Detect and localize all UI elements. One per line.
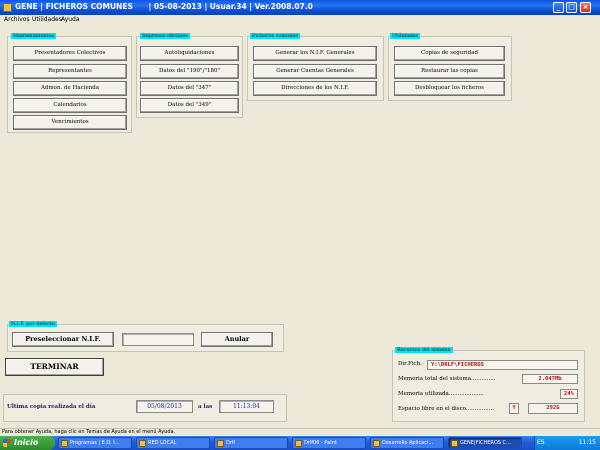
dir-fich-value: Y:\DRLF\FICHEROS bbox=[427, 360, 578, 370]
calendarios-button[interactable]: Calendarios bbox=[13, 98, 127, 113]
start-label: Inicio bbox=[14, 438, 39, 447]
close-button[interactable]: × bbox=[580, 2, 591, 13]
backup-label: Ultima copia realizada el día bbox=[7, 404, 96, 410]
datos-190-180-button[interactable]: Datos del "190"/"180" bbox=[140, 64, 239, 79]
group-label-ficheros: Ficheros comunes bbox=[250, 33, 301, 39]
windows-flag-icon bbox=[3, 439, 11, 447]
representantes-button[interactable]: Representantes bbox=[13, 64, 127, 79]
anular-button[interactable]: Anular bbox=[201, 332, 273, 347]
nif-field[interactable] bbox=[122, 333, 194, 346]
task-label: Drlf06 - Paint bbox=[304, 440, 337, 446]
menu-bar: Archivos Utilidades Ayuda bbox=[0, 15, 600, 25]
task-label: GENE|FICHEROS C... bbox=[460, 440, 511, 446]
app-icon bbox=[373, 440, 380, 447]
dir-fich-label: Dir.Fich. bbox=[398, 361, 422, 367]
group-label-mantenimientos: Mantenimientos bbox=[11, 33, 57, 39]
direcciones-nif-button[interactable]: Direcciones de los N.I.F. bbox=[253, 81, 377, 96]
generar-nif-generales-button[interactable]: Generar los N.I.F. Generales bbox=[253, 46, 377, 61]
datos-347-button[interactable]: Datos del "347" bbox=[140, 81, 239, 96]
mem-total-value: 2.047Mb bbox=[522, 374, 578, 384]
terminar-button[interactable]: TERMINAR bbox=[5, 358, 104, 376]
app-icon bbox=[451, 440, 458, 447]
taskbar-item-paint[interactable]: Drlf06 - Paint bbox=[292, 437, 366, 449]
admon-hacienda-button[interactable]: Admon. de Hacienda bbox=[13, 81, 127, 96]
group-label-utilidades: Utilidades bbox=[390, 33, 420, 39]
copias-seguridad-button[interactable]: Copias de seguridad bbox=[394, 46, 505, 61]
paint-icon bbox=[295, 440, 302, 447]
window-title: GENE | FICHEROS COMUNES | 05-08-2013 | U… bbox=[15, 2, 313, 11]
taskbar-item-gene[interactable]: GENE|FICHEROS C... bbox=[448, 437, 522, 449]
disk-drive-value: Y bbox=[509, 403, 519, 414]
group-label-impresos: Impresos oficiales bbox=[140, 33, 190, 39]
presentadores-colectivos-button[interactable]: Presentadores Colectivos bbox=[13, 46, 127, 61]
folder-icon bbox=[217, 440, 224, 447]
task-label: Drlf bbox=[226, 440, 236, 446]
preseleccionar-nif-button[interactable]: Preseleccionar N.I.F. bbox=[12, 332, 114, 347]
clock: 11:15 bbox=[578, 439, 596, 446]
taskbar-item-desarrollo[interactable]: Desarrollo Aplicaci... bbox=[370, 437, 444, 449]
disk-free-value: 292G bbox=[528, 403, 578, 414]
title-bar: GENE | FICHEROS COMUNES | 05-08-2013 | U… bbox=[0, 0, 600, 15]
task-label: Desarrollo Aplicaci... bbox=[382, 440, 434, 446]
group-label-recursos: Recursos del sistema bbox=[395, 347, 453, 353]
taskbar: Inicio Programas | E.O. I... RED LOCAL D… bbox=[0, 436, 600, 450]
status-text: Para obtener Ayuda, haga clic en Temas d… bbox=[2, 429, 176, 435]
folder-icon bbox=[139, 440, 146, 447]
backup-date-field: 05/08/2013 bbox=[136, 400, 193, 413]
language-indicator[interactable]: ES bbox=[537, 439, 545, 446]
app-icon bbox=[3, 3, 12, 12]
status-bar: Para obtener Ayuda, haga clic en Temas d… bbox=[0, 428, 600, 436]
system-tray: ES 11:15 bbox=[534, 436, 600, 450]
desbloquear-ficheros-button[interactable]: Desbloquear los ficheros bbox=[394, 81, 505, 96]
generar-cuentas-generales-button[interactable]: Generar Cuentas Generales bbox=[253, 64, 377, 79]
taskbar-item-red-local[interactable]: RED LOCAL bbox=[136, 437, 210, 449]
task-label: Programas | E.O. I... bbox=[70, 440, 120, 446]
vencimientos-button[interactable]: Vencimientos bbox=[13, 115, 127, 130]
datos-349-button[interactable]: Datos del "349" bbox=[140, 98, 239, 113]
mem-used-value: 24% bbox=[560, 389, 578, 399]
disk-free-label: Espacio libre en el disco...............… bbox=[398, 406, 494, 412]
menu-archivos[interactable]: Archivos bbox=[4, 16, 30, 23]
restaurar-copias-button[interactable]: Restaurar las copias bbox=[394, 64, 505, 79]
mem-total-label: Memoria total del sistema.............. bbox=[398, 376, 496, 382]
start-button[interactable]: Inicio bbox=[0, 436, 55, 450]
backup-time-field: 11:13:04 bbox=[219, 400, 274, 413]
taskbar-item-drlf[interactable]: Drlf bbox=[214, 437, 288, 449]
menu-ayuda[interactable]: Ayuda bbox=[61, 16, 80, 23]
taskbar-item-programas[interactable]: Programas | E.O. I... bbox=[58, 437, 132, 449]
minimize-button[interactable]: _ bbox=[553, 2, 564, 13]
backup-at-label: a las bbox=[198, 404, 213, 410]
autoliquidaciones-button[interactable]: Autoliquidaciones bbox=[140, 46, 239, 61]
mem-used-label: Memoria utilizada.................... bbox=[398, 391, 484, 397]
group-label-nif: N.I.F. por defecto bbox=[9, 321, 58, 327]
folder-icon bbox=[61, 440, 68, 447]
task-label: RED LOCAL bbox=[148, 440, 177, 446]
maximize-button[interactable]: □ bbox=[566, 2, 577, 13]
menu-utilidades[interactable]: Utilidades bbox=[32, 16, 62, 23]
